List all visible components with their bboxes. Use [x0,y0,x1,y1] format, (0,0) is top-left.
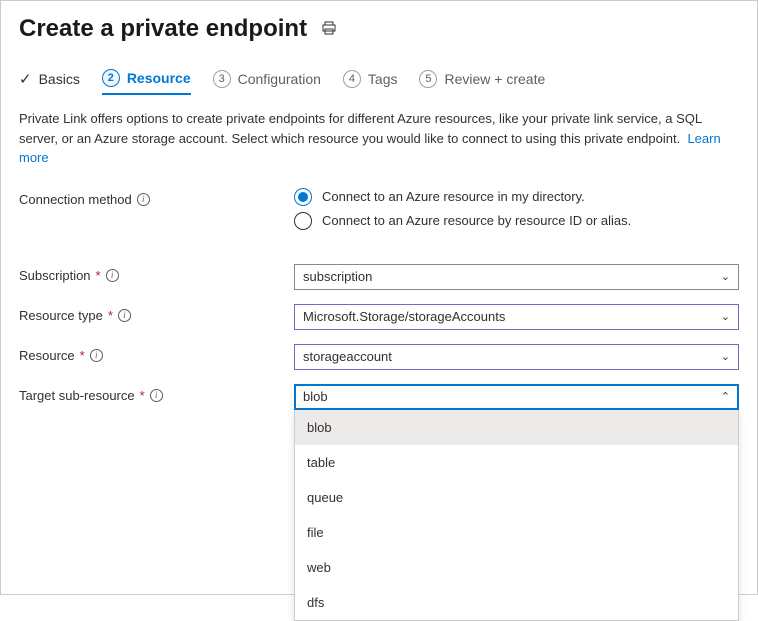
dropdown-item-table[interactable]: table [295,445,738,480]
tab-label: Configuration [238,71,321,87]
dropdown-item-dfs[interactable]: dfs [295,585,738,620]
info-icon[interactable]: i [118,309,131,322]
check-icon: ✓ [19,70,32,88]
dropdown-list: blob table queue file web dfs [294,410,739,621]
label-connection-method: Connection method [19,192,132,207]
label-subscription: Subscription [19,268,91,283]
label-target-sub-resource: Target sub-resource [19,388,135,403]
radio-connect-directory[interactable] [294,188,312,206]
select-resource[interactable]: storageaccount ⌄ [294,344,739,370]
chevron-down-icon: ⌄ [721,310,730,323]
tab-tags[interactable]: 4 Tags [343,69,398,95]
info-icon[interactable]: i [106,269,119,282]
info-icon[interactable]: i [137,193,150,206]
tab-label: Basics [39,71,80,87]
required-indicator: * [96,268,101,283]
select-value: Microsoft.Storage/storageAccounts [303,309,505,324]
label-resource-type: Resource type [19,308,103,323]
select-value: storageaccount [303,349,392,364]
required-indicator: * [80,348,85,363]
step-number: 4 [343,70,361,88]
radio-label: Connect to an Azure resource in my direc… [322,189,585,204]
dropdown-item-web[interactable]: web [295,550,738,585]
step-number: 3 [213,70,231,88]
chevron-up-icon: ⌃ [721,390,730,403]
tab-basics[interactable]: ✓ Basics [19,69,80,95]
chevron-down-icon: ⌄ [721,270,730,283]
tab-label: Resource [127,70,191,86]
description-text: Private Link offers options to create pr… [19,109,739,168]
dropdown-item-file[interactable]: file [295,515,738,550]
select-resource-type[interactable]: Microsoft.Storage/storageAccounts ⌄ [294,304,739,330]
select-value: subscription [303,269,372,284]
label-resource: Resource [19,348,75,363]
dropdown-item-blob[interactable]: blob [295,410,738,445]
tab-resource[interactable]: 2 Resource [102,69,191,95]
radio-connect-resource-id[interactable] [294,212,312,230]
select-value: blob [303,389,328,404]
dropdown-item-queue[interactable]: queue [295,480,738,515]
chevron-down-icon: ⌄ [721,350,730,363]
tab-label: Tags [368,71,398,87]
tab-review[interactable]: 5 Review + create [419,69,545,95]
info-icon[interactable]: i [150,389,163,402]
required-indicator: * [108,308,113,323]
wizard-tabs: ✓ Basics 2 Resource 3 Configuration 4 Ta… [19,69,739,95]
required-indicator: * [140,388,145,403]
select-subscription[interactable]: subscription ⌄ [294,264,739,290]
info-icon[interactable]: i [90,349,103,362]
print-icon[interactable] [321,20,337,39]
select-target-sub-resource[interactable]: blob ⌃ [294,384,739,410]
radio-label: Connect to an Azure resource by resource… [322,213,631,228]
step-number: 2 [102,69,120,87]
tab-label: Review + create [444,71,545,87]
step-number: 5 [419,70,437,88]
tab-configuration[interactable]: 3 Configuration [213,69,321,95]
page-title: Create a private endpoint [19,15,307,43]
